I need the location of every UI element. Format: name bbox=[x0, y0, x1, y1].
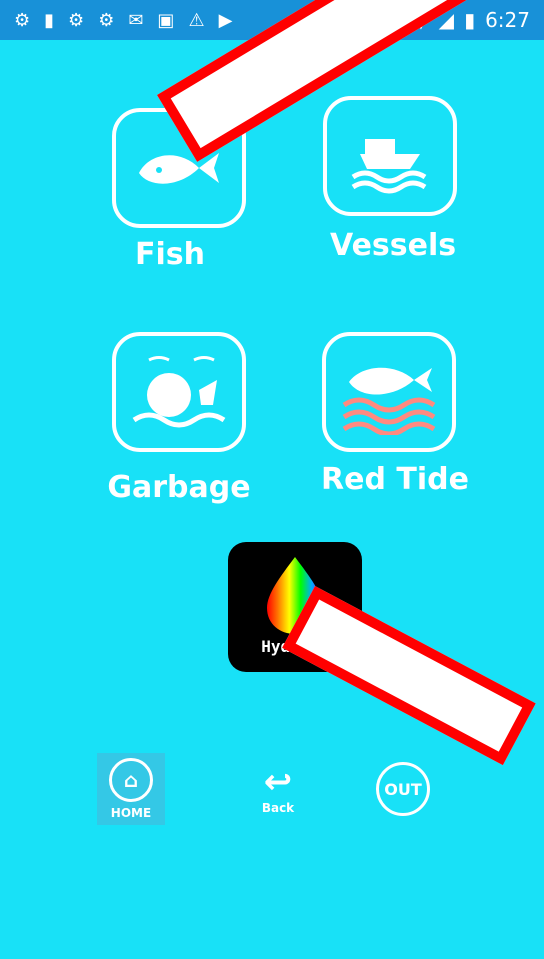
annotation-bar-bottom bbox=[282, 586, 536, 766]
garbage-button[interactable] bbox=[112, 332, 246, 452]
status-left-icons: ⚙ ▮ ⚙ ⚙ ✉ ▣ ⚠ ▶ bbox=[14, 10, 232, 31]
battery-icon: ▮ bbox=[464, 8, 476, 32]
image-icon: ▣ bbox=[157, 9, 175, 31]
out-icon: OUT bbox=[376, 762, 430, 816]
vessels-button[interactable] bbox=[323, 96, 457, 216]
vessel-icon bbox=[351, 138, 427, 193]
back-icon: ↩ bbox=[263, 762, 293, 802]
home-button[interactable]: ⌂ HOME bbox=[97, 753, 165, 825]
vessels-label: Vessels bbox=[330, 228, 457, 263]
home-label: HOME bbox=[110, 806, 152, 820]
notification-icon: ✉ bbox=[128, 9, 144, 31]
media-icon: ▶ bbox=[218, 9, 233, 31]
back-label: Back bbox=[261, 801, 295, 815]
notification-icon: ▮ bbox=[44, 9, 55, 31]
red-tide-icon bbox=[342, 367, 436, 435]
home-icon: ⌂ bbox=[109, 758, 153, 802]
notification-icon: ⚙ bbox=[14, 9, 31, 31]
clock: 6:27 bbox=[485, 8, 530, 32]
red-tide-button[interactable] bbox=[322, 332, 456, 452]
garbage-label: Garbage bbox=[107, 470, 251, 505]
out-label: OUT bbox=[384, 779, 422, 799]
notification-icon: ⚙ bbox=[98, 9, 115, 31]
garbage-icon bbox=[132, 355, 226, 427]
red-tide-label: Red Tide bbox=[321, 462, 469, 497]
back-button[interactable]: ↩ Back bbox=[250, 757, 306, 823]
alert-icon: ⚠ bbox=[188, 9, 205, 31]
notification-icon: ⚙ bbox=[68, 9, 85, 31]
fish-label: Fish bbox=[135, 237, 205, 272]
out-button[interactable]: OUT bbox=[374, 760, 432, 818]
